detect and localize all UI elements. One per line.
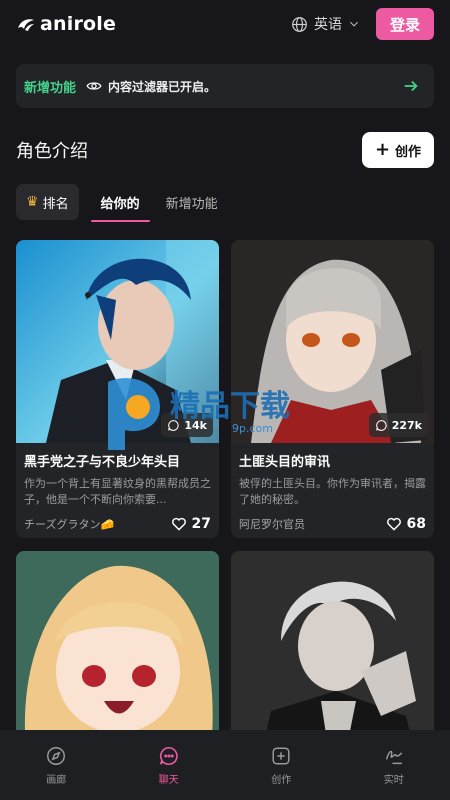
- character-description: 作为一个背上有显著纹身的黑帮成员之子，他是一个不断向你索要...: [24, 477, 211, 506]
- chat-count: 14k: [184, 418, 207, 432]
- character-author[interactable]: チーズグラタン🧀: [24, 516, 114, 532]
- language-label: 英语: [314, 17, 342, 33]
- notice-tag: 新增功能: [24, 80, 77, 96]
- character-author[interactable]: 阿尼罗尔官员: [239, 516, 305, 532]
- nav-label: 聊天: [158, 774, 179, 786]
- create-button-label: 创作: [395, 144, 422, 160]
- character-title: 土匪头目的审讯: [239, 455, 331, 470]
- chat-bubble-icon: [375, 419, 387, 431]
- character-card[interactable]: 14k 黑手党之子与不良少年头目 作为一个背上有显著纹身的黑帮成员之子，他是一个…: [16, 240, 219, 538]
- tab-new-features[interactable]: 新增功能: [156, 183, 228, 221]
- compass-icon: [47, 746, 66, 765]
- logo-icon: [18, 19, 34, 31]
- chevron-down-icon: [350, 21, 358, 27]
- nav-chat[interactable]: 聊天: [124, 745, 214, 786]
- like-count: 27: [191, 516, 211, 532]
- tab-for-you[interactable]: 给你的: [90, 183, 150, 222]
- nav-label: 实时: [383, 774, 404, 786]
- nav-label: 画廊: [46, 774, 67, 786]
- category-tabs: ♛ 排名 给你的 新增功能: [16, 183, 234, 222]
- card-footer: チーズグラタン🧀 27: [16, 508, 219, 536]
- character-image: 227k: [231, 240, 434, 443]
- tab-label: 排名: [42, 196, 69, 212]
- heart-icon: [171, 517, 186, 531]
- character-description: 被俘的土匪头目。你作为审讯者，揭露了她的秘密。: [239, 477, 426, 506]
- chat-bubble-icon: [168, 419, 179, 431]
- card-footer: 阿尼罗尔官员 68: [231, 508, 434, 536]
- nav-gallery[interactable]: 画廊: [11, 745, 101, 786]
- like-button[interactable]: 68: [386, 516, 426, 532]
- heart-icon: [386, 517, 401, 531]
- character-image: 14k: [16, 240, 219, 443]
- login-button[interactable]: 登录: [376, 8, 434, 40]
- chat-count-badge: 14k: [161, 413, 213, 437]
- nav-label: 创作: [271, 774, 292, 786]
- chat-count: 227k: [391, 418, 422, 432]
- plus-icon: +: [374, 139, 391, 160]
- feature-notice-banner[interactable]: 新增功能 内容过滤器已开启。: [16, 64, 434, 108]
- nav-create[interactable]: 创作: [236, 745, 326, 786]
- chat-icon: [159, 746, 178, 765]
- tab-ranking[interactable]: ♛ 排名: [16, 184, 79, 220]
- arrow-right-icon[interactable]: [402, 77, 420, 95]
- crown-icon: ♛: [26, 194, 39, 210]
- brand-logo[interactable]: anirole: [16, 13, 116, 35]
- notice-message: 内容过滤器已开启。: [108, 79, 217, 94]
- top-bar: anirole 英语 登录: [0, 0, 450, 48]
- language-selector[interactable]: 英语: [291, 14, 360, 34]
- eye-icon: [86, 82, 102, 90]
- section-title: 角色介绍: [16, 141, 88, 162]
- section-header: 角色介绍 + 创作: [16, 132, 434, 168]
- globe-icon: [292, 16, 307, 32]
- like-count: 68: [406, 516, 426, 532]
- bottom-navigation: 画廊 聊天 创作 实时: [0, 730, 450, 800]
- chat-count-badge: 227k: [368, 413, 428, 437]
- scribble-icon: [385, 750, 402, 764]
- character-title: 黑手党之子与不良少年头目: [24, 455, 181, 470]
- character-card[interactable]: 227k 土匪头目的审讯 被俘的土匪头目。你作为审讯者，揭露了她的秘密。 阿尼罗…: [231, 240, 434, 538]
- brand-name: anirole: [40, 13, 117, 35]
- create-button[interactable]: + 创作: [362, 132, 434, 168]
- plus-square-icon: [272, 746, 290, 765]
- like-button[interactable]: 27: [171, 516, 211, 532]
- nav-live[interactable]: 实时: [349, 745, 439, 786]
